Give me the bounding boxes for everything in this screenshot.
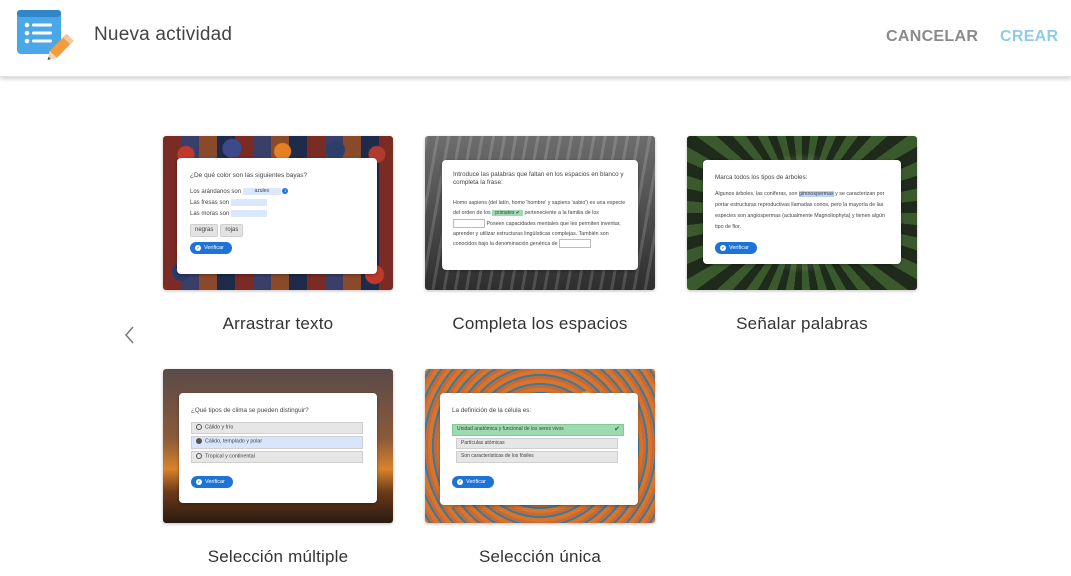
create-button[interactable]: CREAR xyxy=(1000,28,1058,46)
check-icon: ✔ xyxy=(614,426,620,433)
preview-filled-blank: primates ✔ xyxy=(492,210,523,217)
activity-card-fill-blanks[interactable]: Introduce las palabras que faltan en los… xyxy=(425,136,655,333)
preview-option-correct: Unidad anatómica y funcional de los sere… xyxy=(452,424,624,436)
preview-line: Las moras son xyxy=(190,210,268,219)
activity-card-single-choice[interactable]: La definición de la célula es: Unidad an… xyxy=(425,369,655,566)
preview-paragraph: Algunos árboles, las coníferas, son gimn… xyxy=(715,191,885,231)
preview-filled-blank: azules xyxy=(242,188,281,195)
activity-card-label: Señalar palabras xyxy=(736,314,868,333)
preview-verify-button: Verificar xyxy=(191,476,233,489)
preview-question: ¿De qué color son las siguientes bayas? xyxy=(190,172,308,179)
preview-option: Tropical y continental xyxy=(191,450,363,464)
activity-card-label: Selección única xyxy=(478,547,602,566)
activity-card-drag-text[interactable]: ¿De qué color son las siguientes bayas? … xyxy=(163,136,393,333)
activity-preview-image: Introduce las palabras que faltan en los… xyxy=(425,136,655,290)
preview-badge: 1 xyxy=(282,188,289,194)
cancel-button[interactable]: CANCELAR xyxy=(886,28,978,46)
preview-verify-button: Verificar xyxy=(190,242,232,255)
page-title: Nueva actividad xyxy=(94,24,233,45)
preview-panel: La definición de la célula es: Unidad an… xyxy=(440,393,638,505)
preview-option-selected: Cálido, templado y polar xyxy=(191,436,363,449)
preview-line: Las fresas son xyxy=(190,199,267,208)
preview-question: La definición de la célula es: xyxy=(452,407,532,414)
preview-panel: Marca todos los tipos de árboles: Alguno… xyxy=(703,160,901,264)
preview-highlight: gimnospermas xyxy=(798,191,834,197)
preview-paragraph: Homo sapiens (del latín, homo 'hombre' y… xyxy=(453,200,626,248)
preview-option: Cálido y frío xyxy=(191,422,363,435)
preview-panel: ¿Qué tipos de clima se pueden distinguir… xyxy=(179,393,377,503)
preview-verify-button: Verificar xyxy=(452,476,494,489)
preview-panel: ¿De qué color son las siguientes bayas? … xyxy=(177,158,377,274)
activity-list-icon xyxy=(17,10,74,61)
activity-preview-image: ¿De qué color son las siguientes bayas? … xyxy=(163,136,393,290)
activity-preview-image: Marca todos los tipos de árboles: Alguno… xyxy=(687,136,917,290)
preview-question: Introduce las palabras que faltan en los… xyxy=(453,171,624,187)
preview-panel: Introduce las palabras que faltan en los… xyxy=(442,160,638,270)
preview-question: ¿Qué tipos de clima se pueden distinguir… xyxy=(191,407,309,414)
activity-preview-image: La definición de la célula es: Unidad an… xyxy=(425,369,655,523)
preview-line: Los arándanos son azules 1 xyxy=(190,188,289,196)
preview-option: Son características de los fósiles xyxy=(456,451,618,463)
top-bar: Nueva actividad CANCELAR CREAR xyxy=(0,0,1071,77)
preview-chips: negras rojas xyxy=(190,224,245,237)
preview-verify-button: Verificar xyxy=(715,242,757,255)
activity-card-mark-words[interactable]: Marca todos los tipos de árboles: Alguno… xyxy=(687,136,917,333)
activity-card-multiple-choice[interactable]: ¿Qué tipos de clima se pueden distinguir… xyxy=(163,369,393,566)
preview-option: Partículas atómicas xyxy=(456,437,618,449)
activity-preview-image: ¿Qué tipos de clima se pueden distinguir… xyxy=(163,369,393,523)
preview-question: Marca todos los tipos de árboles: xyxy=(715,174,808,181)
